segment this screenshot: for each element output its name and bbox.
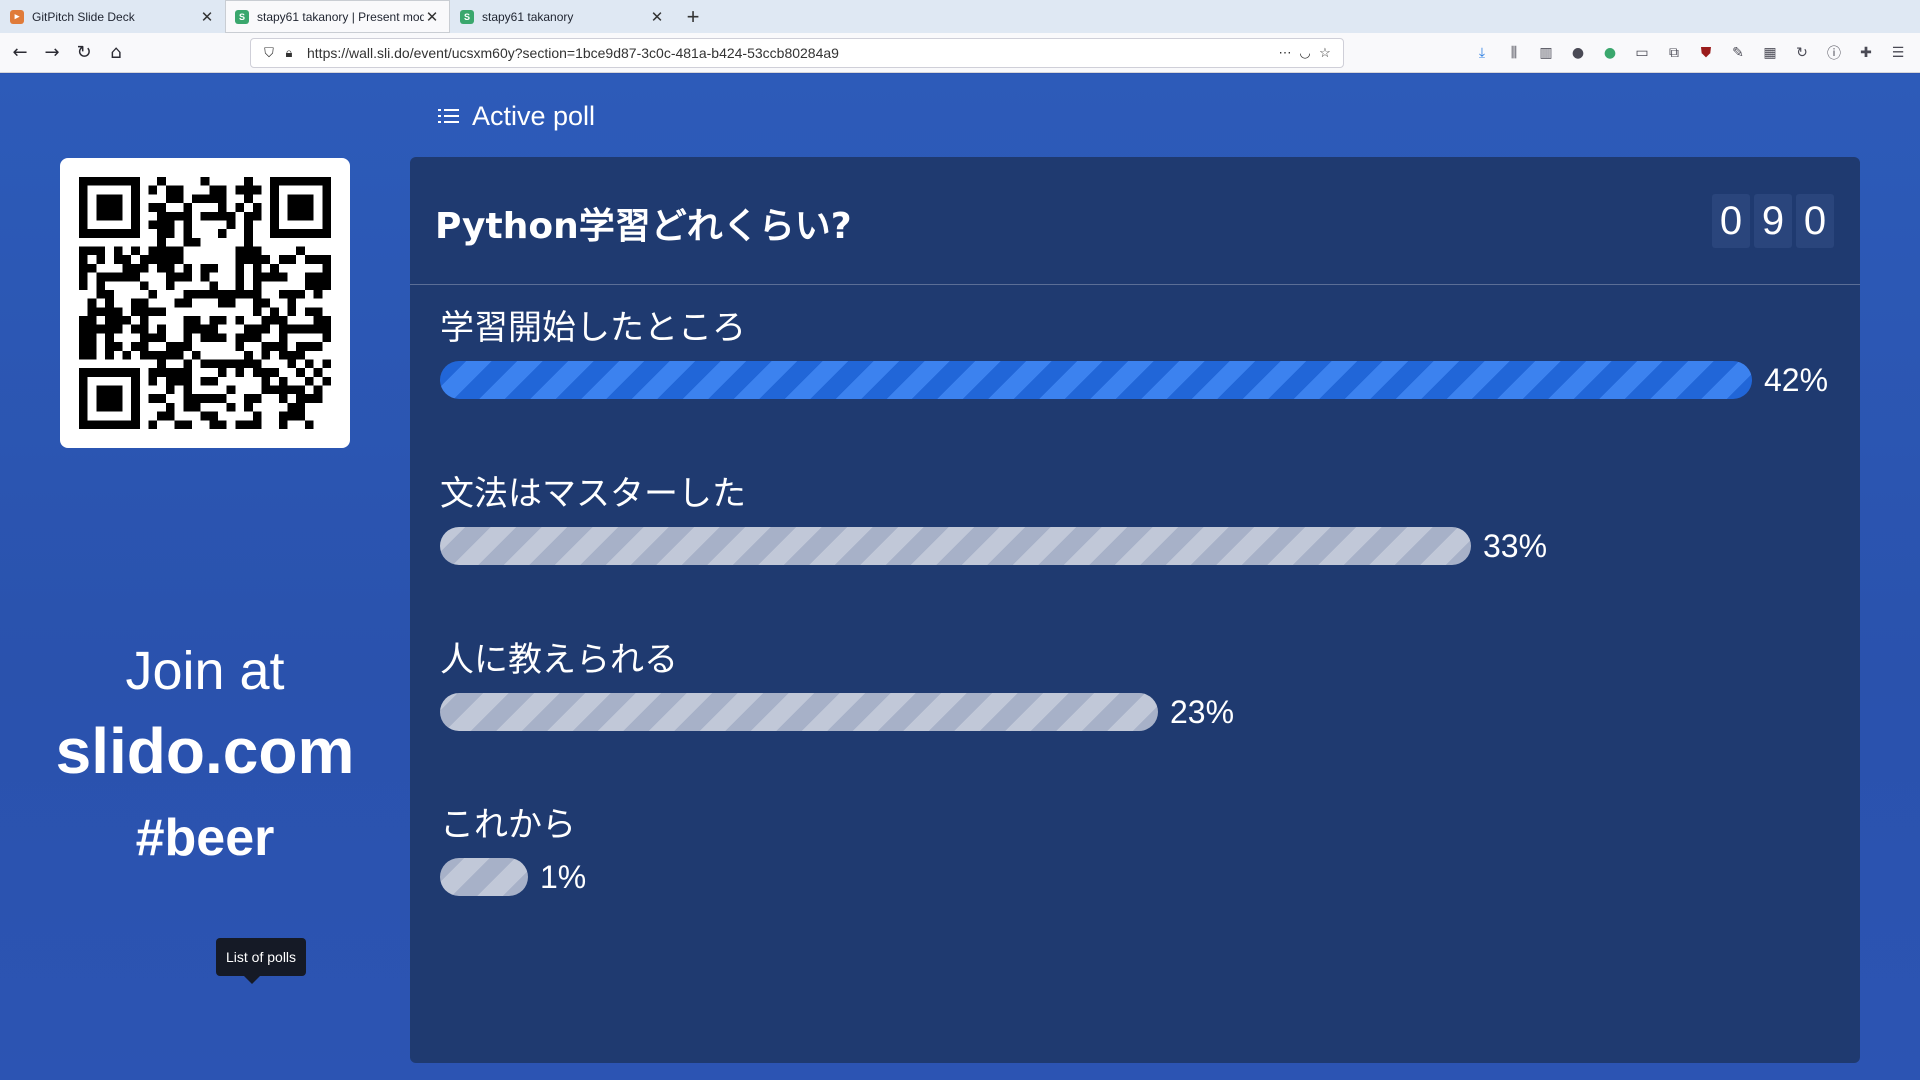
pen-icon[interactable]: ✎ <box>1724 39 1752 67</box>
option-label: 学習開始したところ <box>440 308 746 348</box>
option-bar-row: 23% <box>440 692 1840 732</box>
option-label: 人に教えられる <box>440 640 678 680</box>
bookmark-star-icon[interactable]: ☆ <box>1315 43 1335 63</box>
poll-panel: Python学習どれくらい? 0 9 0 学習開始したところ 42% 文法はマス… <box>410 157 1860 1063</box>
page-actions-icon[interactable]: ⋯ <box>1275 43 1295 63</box>
result-bar <box>440 693 1158 731</box>
home-button[interactable]: ⌂ <box>100 37 132 69</box>
tab-label: stapy61 takanory <box>482 9 574 24</box>
result-percent: 23% <box>1170 693 1235 730</box>
result-percent: 1% <box>540 858 587 895</box>
join-at-label: Join at <box>125 641 285 701</box>
menu-icon[interactable]: ☰ <box>1884 39 1912 67</box>
ublock-icon[interactable]: ⛊ <box>1692 39 1720 67</box>
slido-wall: Active poll Join at slido.com #beer List… <box>0 74 1920 1080</box>
account-icon[interactable]: ● <box>1564 39 1592 67</box>
result-bar <box>440 361 1752 399</box>
tab-label: GitPitch Slide Deck <box>32 9 135 24</box>
library-icon[interactable]: ⫼ <box>1500 39 1528 67</box>
close-tab-icon[interactable]: ✕ <box>424 9 440 26</box>
vote-counter: 0 9 0 <box>1712 194 1834 248</box>
page-title: Active poll <box>472 100 596 131</box>
result-bar <box>440 527 1471 565</box>
sidebar-icon[interactable]: ▥ <box>1532 39 1560 67</box>
tab-gitpitch[interactable]: ▸ GitPitch Slide Deck ✕ <box>0 0 225 33</box>
shield-icon[interactable]: ⛉ <box>259 43 279 63</box>
option-bar-row: 33% <box>440 526 1840 566</box>
option-label: 文法はマスターした <box>440 474 746 514</box>
close-tab-icon[interactable]: ✕ <box>199 9 215 26</box>
gitpitch-favicon-icon: ▸ <box>10 9 24 24</box>
poll-question: Python学習どれくらい? <box>435 206 852 247</box>
result-percent: 33% <box>1483 527 1548 564</box>
extension-window-icon[interactable]: ▭ <box>1628 39 1656 67</box>
counter-digit: 0 <box>1712 194 1750 248</box>
back-button[interactable]: ← <box>4 37 36 69</box>
qr-code-image <box>79 177 331 429</box>
forward-button[interactable]: → <box>36 37 68 69</box>
list-icon <box>438 107 460 125</box>
poll-option: 学習開始したところ 42% <box>440 300 1840 400</box>
navigation-toolbar: ← → ↻ ⌂ ⛉ 🔒︎ https://wall.sli.do/event/u… <box>0 33 1920 73</box>
downloads-icon[interactable]: ⤓ <box>1468 39 1496 67</box>
extensions-puzzle-icon[interactable]: ✚ <box>1852 39 1880 67</box>
counter-digit: 9 <box>1754 194 1792 248</box>
toolbar-extensions: ⤓ ⫼ ▥ ● ● ▭ ⧉ ⛊ ✎ ▦ ↻ ⓘ ✚ ☰ <box>1468 37 1912 69</box>
option-bar-row: 1% <box>440 857 1840 897</box>
counter-digit: 0 <box>1796 194 1834 248</box>
address-bar[interactable]: ⛉ 🔒︎ https://wall.sli.do/event/ucsxm60y?… <box>250 38 1344 68</box>
lock-icon[interactable]: 🔒︎ <box>279 43 299 63</box>
event-code: #beer <box>135 809 275 867</box>
pocket-icon[interactable]: ◡ <box>1295 43 1315 63</box>
reload-button[interactable]: ↻ <box>68 37 100 69</box>
close-tab-icon[interactable]: ✕ <box>649 9 665 26</box>
sync-icon[interactable]: ↻ <box>1788 39 1816 67</box>
url-text[interactable]: https://wall.sli.do/event/ucsxm60y?secti… <box>307 45 1275 61</box>
poll-list-toggle[interactable]: Active poll <box>438 96 595 136</box>
slido-favicon-icon: S <box>460 9 474 24</box>
result-bar <box>440 858 528 896</box>
poll-question-row: Python学習どれくらい? 0 9 0 <box>410 157 1860 285</box>
info-icon[interactable]: ⓘ <box>1820 39 1848 67</box>
tab-label: stapy61 takanory | Present mode <box>257 9 424 24</box>
new-tab-button[interactable]: + <box>675 0 711 33</box>
poll-option: これから 1% <box>440 797 1840 897</box>
tooltip: List of polls <box>216 938 307 984</box>
option-bar-row: 42% <box>440 360 1840 400</box>
slido-favicon-icon: S <box>235 9 249 24</box>
tab-strip: ▸ GitPitch Slide Deck ✕ S stapy61 takano… <box>0 0 1920 33</box>
tab-stapy61[interactable]: S stapy61 takanory ✕ <box>450 0 675 33</box>
poll-option: 文法はマスターした 33% <box>440 466 1840 566</box>
join-site: slido.com <box>55 715 355 787</box>
option-label: これから <box>440 805 576 845</box>
extension-green-icon[interactable]: ● <box>1596 39 1624 67</box>
result-percent: 42% <box>1764 361 1829 398</box>
poll-option: 人に教えられる 23% <box>440 632 1840 732</box>
translate-icon[interactable]: ⧉ <box>1660 39 1688 67</box>
tab-present-mode[interactable]: S stapy61 takanory | Present mode ✕ <box>225 0 450 33</box>
qr-code <box>60 158 350 448</box>
extensions-grid-icon[interactable]: ▦ <box>1756 39 1784 67</box>
